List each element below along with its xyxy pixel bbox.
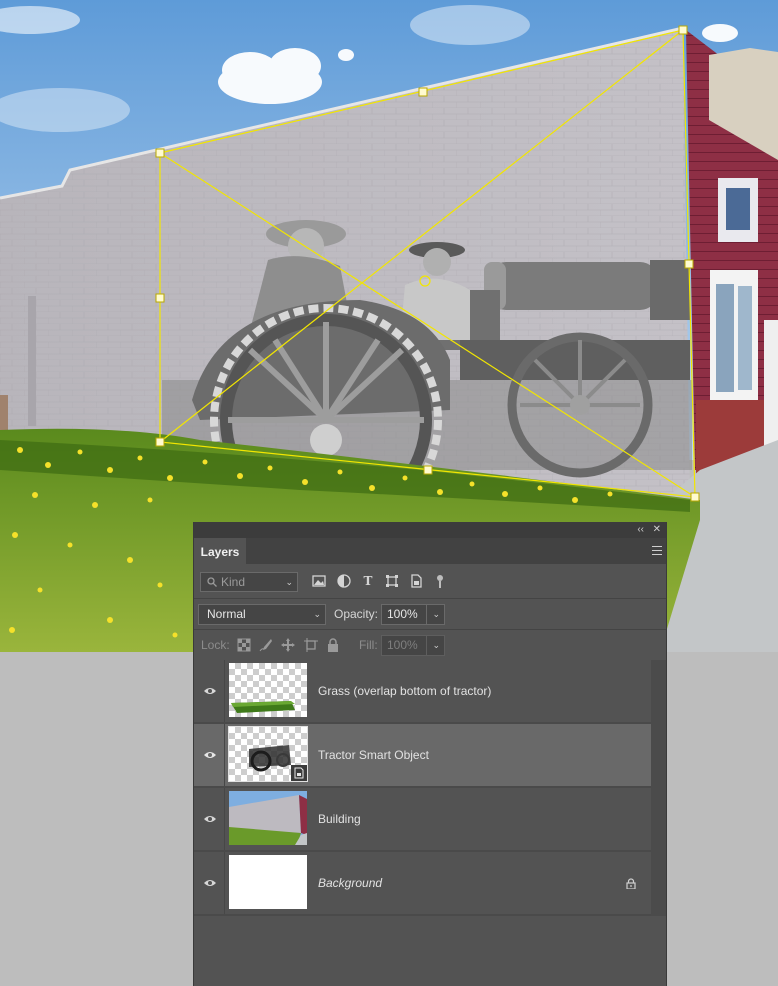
chevron-down-icon: ⌄ xyxy=(285,577,293,587)
opacity-value: 100% xyxy=(387,607,418,621)
opacity-field[interactable]: 100% ⌄ xyxy=(381,604,445,625)
tab-layers[interactable]: Layers xyxy=(194,538,246,564)
layers-panel: ‹‹ ✕ Layers Kind ⌄ T Normal ⌄ Opacity: 1… xyxy=(193,522,667,986)
visibility-eye-icon[interactable] xyxy=(203,684,217,698)
handle-middle-left xyxy=(155,293,165,303)
filter-toggle-icon[interactable] xyxy=(433,574,447,588)
filter-row: Kind ⌄ T xyxy=(194,564,666,599)
handle-middle-right xyxy=(684,259,694,269)
layer-list-scrollbar[interactable] xyxy=(651,660,666,916)
adjustment-filter-icon[interactable] xyxy=(337,574,351,588)
hamburger-menu-icon[interactable] xyxy=(652,546,662,555)
collapse-panel-button[interactable]: ‹‹ xyxy=(637,523,644,537)
layer-name[interactable]: Grass (overlap bottom of tractor) xyxy=(318,660,491,722)
panel-title-bar: ‹‹ ✕ xyxy=(194,522,666,538)
layer-row-tractor-smart-object[interactable]: Tractor Smart Object xyxy=(194,724,652,788)
shape-filter-icon[interactable] xyxy=(385,574,399,588)
smart-object-badge-icon xyxy=(291,765,307,781)
lock-transparent-pixels-icon[interactable] xyxy=(237,638,251,652)
layer-list: Grass (overlap bottom of tractor) Tracto… xyxy=(194,660,652,916)
chevron-down-icon[interactable]: ⌄ xyxy=(432,605,440,624)
visibility-eye-icon[interactable] xyxy=(203,876,217,890)
layer-row-background[interactable]: Background xyxy=(194,852,652,916)
chevron-down-icon[interactable]: ⌄ xyxy=(432,636,440,655)
search-icon xyxy=(207,577,217,587)
lock-icon xyxy=(626,878,636,889)
blend-mode-value: Normal xyxy=(207,607,246,621)
handle-top-left xyxy=(155,148,165,158)
close-panel-button[interactable]: ✕ xyxy=(653,523,661,537)
panel-tab-row: Layers xyxy=(194,538,666,564)
lock-row: Lock: Fill: 100% ⌄ xyxy=(194,630,666,661)
layer-row-building[interactable]: Building xyxy=(194,788,652,852)
lock-artboard-icon[interactable] xyxy=(304,638,318,652)
handle-bottom-left xyxy=(155,437,165,447)
layer-name[interactable]: Background xyxy=(318,852,382,914)
pixel-filter-icon[interactable] xyxy=(312,574,326,588)
layer-thumbnail xyxy=(229,663,307,717)
handle-top-middle xyxy=(418,87,428,97)
lock-all-icon[interactable] xyxy=(326,638,340,652)
kind-filter-label: Kind xyxy=(221,575,246,589)
fill-field[interactable]: 100% ⌄ xyxy=(381,635,445,656)
handle-bottom-middle xyxy=(423,465,433,475)
layer-name[interactable]: Building xyxy=(318,788,361,850)
visibility-eye-icon[interactable] xyxy=(203,812,217,826)
layer-name[interactable]: Tractor Smart Object xyxy=(318,724,429,786)
layer-thumbnail xyxy=(228,726,308,782)
type-filter-icon[interactable]: T xyxy=(361,574,375,588)
opacity-label: Opacity: xyxy=(334,607,379,621)
lock-position-icon[interactable] xyxy=(281,638,295,652)
handle-bottom-right xyxy=(690,492,700,502)
kind-filter-dropdown[interactable]: Kind ⌄ xyxy=(200,572,298,592)
layer-thumbnail xyxy=(229,855,307,909)
lock-label: Lock: xyxy=(201,638,230,652)
blend-mode-dropdown[interactable]: Normal ⌄ xyxy=(198,604,326,625)
blend-row: Normal ⌄ Opacity: 100% ⌄ xyxy=(194,599,666,630)
fill-value: 100% xyxy=(387,638,418,652)
fill-label: Fill: xyxy=(359,638,378,652)
chevron-down-icon: ⌄ xyxy=(313,609,321,619)
handle-top-right xyxy=(678,25,688,35)
smart-object-filter-icon[interactable] xyxy=(409,574,423,588)
lock-image-pixels-icon[interactable] xyxy=(259,638,273,652)
visibility-eye-icon[interactable] xyxy=(203,748,217,762)
layer-thumbnail xyxy=(229,791,307,845)
layer-row-grass[interactable]: Grass (overlap bottom of tractor) xyxy=(194,660,652,724)
